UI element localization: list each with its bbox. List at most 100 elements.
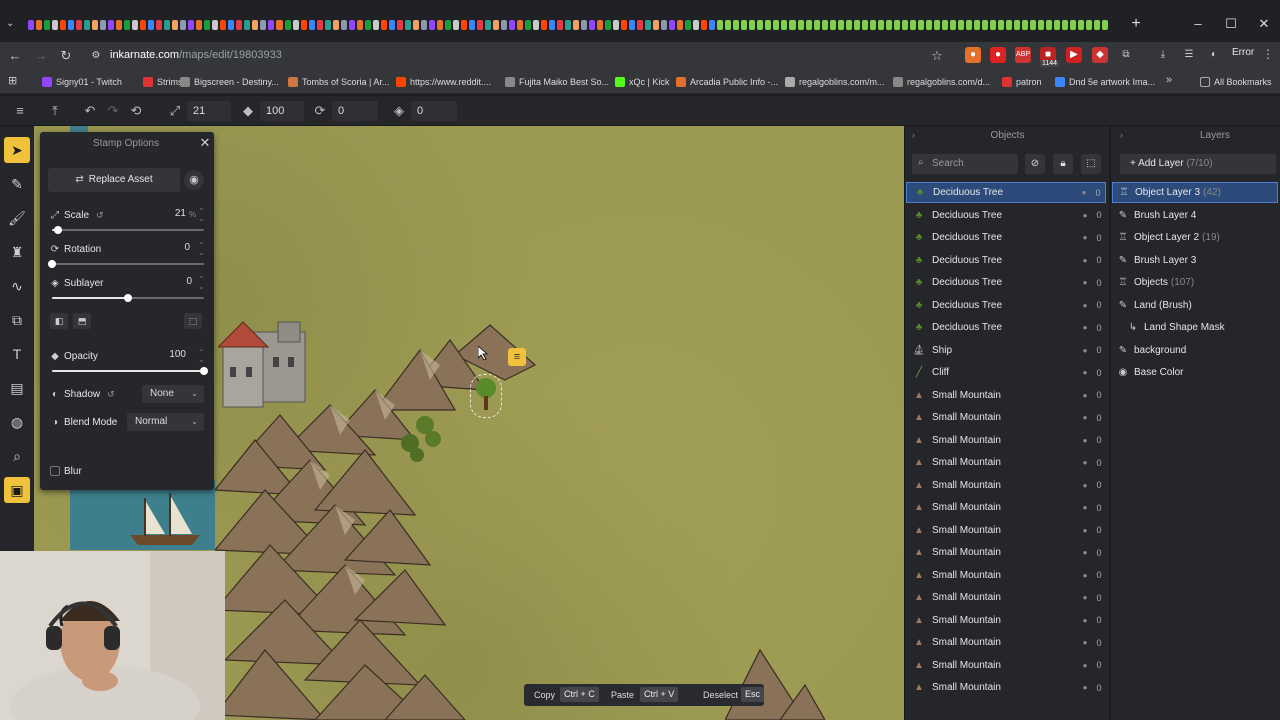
tab-favicon-icon[interactable] [941,20,948,30]
tab-favicon-icon[interactable] [1062,20,1069,30]
tab-favicon-icon[interactable] [749,20,756,30]
bookmark-item[interactable]: Tombs of Scoria | Ar... [288,75,389,89]
tab-favicon-icon[interactable] [813,20,820,30]
object-list-item[interactable]: ▲ Small Mountain ● 0 [906,677,1106,698]
tab-favicon-icon[interactable] [132,20,139,30]
hamburger-menu-icon[interactable]: ≡ [10,101,30,121]
layer-list-item[interactable]: ◉ Base Color [1112,362,1278,383]
layer-list-item[interactable]: ♖ Objects (107) [1112,272,1278,293]
tab-favicon-icon[interactable] [973,20,980,30]
tab-favicon-icon[interactable] [1013,20,1020,30]
object-list-item[interactable]: ♣ Deciduous Tree ● 0 [906,272,1106,293]
visibility-icon[interactable]: ● [1078,548,1092,557]
reload-icon[interactable]: ↻ [57,47,75,65]
tab-favicon-icon[interactable] [484,20,491,30]
tab-favicon-icon[interactable] [693,20,700,30]
visibility-icon[interactable]: ● [1078,413,1092,422]
flip-vertical-icon[interactable]: ⬒ [73,313,91,329]
bookmark-item[interactable]: Fujita Maiko Best So... [505,75,609,89]
tab-favicon-icon[interactable] [204,20,211,30]
layer-list-item[interactable]: ♖ Object Layer 2 (19) [1112,227,1278,248]
scale-stepper[interactable]: ⌃ ⌄ [198,208,205,223]
visibility-icon[interactable]: ● [1078,301,1092,310]
blur-checkbox[interactable] [50,466,60,476]
object-list-item[interactable]: ▲ Small Mountain ● 0 [906,655,1106,676]
tab-favicon-icon[interactable] [773,20,780,30]
site-info-icon[interactable]: ⚙ [87,47,105,65]
object-list-item[interactable]: ♣ Deciduous Tree ● 0 [906,317,1106,338]
opacity-slider-knob[interactable] [200,367,208,375]
tab-favicon-icon[interactable] [452,20,459,30]
all-bookmarks[interactable]: All Bookmarks [1200,75,1272,89]
tab-favicon-icon[interactable] [436,20,443,30]
select-tool-icon[interactable]: ➤ [4,137,30,163]
object-list-item[interactable]: ▲ Small Mountain ● 0 [906,475,1106,496]
tab-favicon-icon[interactable] [276,20,283,30]
copy-hint[interactable]: Copy [534,688,555,702]
opacity-slider-track[interactable] [52,370,204,372]
rotation-slider-knob[interactable] [48,260,56,268]
rotation-stepper[interactable]: ⌃ ⌄ [198,242,205,257]
layer-list-item[interactable]: ✎ Brush Layer 3 [1112,250,1278,271]
tab-favicon-icon[interactable] [557,20,564,30]
tab-favicon-icon[interactable] [1005,20,1012,30]
object-list-item[interactable]: ♣ Deciduous Tree ● 0 [906,205,1106,226]
tab-favicon-icon[interactable] [220,20,227,30]
sublayer-slider-knob[interactable] [124,294,132,302]
visibility-icon[interactable]: ● [1078,233,1092,242]
tab-favicon-icon[interactable] [957,20,964,30]
tab-favicon-icon[interactable] [1029,20,1036,30]
tab-favicon-icon[interactable] [797,20,804,30]
tab-favicon-icon[interactable] [661,20,668,30]
tab-favicon-icon[interactable] [284,20,291,30]
tab-favicon-icon[interactable] [364,20,371,30]
tab-favicon-icon[interactable] [124,20,131,30]
tab-favicon-icon[interactable] [444,20,451,30]
object-list-item[interactable]: ▲ Small Mountain ● 0 [906,587,1106,608]
tab-favicon-icon[interactable] [492,20,499,30]
scale-slider-track[interactable] [52,229,204,231]
tree-cluster[interactable] [395,405,450,465]
tab-favicon-icon[interactable] [781,20,788,30]
tab-favicon-icon[interactable] [981,20,988,30]
text-tool-icon[interactable]: T [4,341,30,367]
globe-tool-icon[interactable]: ◍ [4,409,30,435]
object-list-item[interactable]: ▲ Small Mountain ● 0 [906,385,1106,406]
tab-favicon-icon[interactable] [84,20,91,30]
visibility-icon[interactable]: ● [1078,458,1092,467]
tab-favicon-icon[interactable] [428,20,435,30]
tab-favicon-icon[interactable] [949,20,956,30]
tab-favicon-icon[interactable] [324,20,331,30]
selection-menu-handle-icon[interactable]: ≡ [508,348,526,366]
tab-favicon-icon[interactable] [1045,20,1052,30]
tab-favicon-icon[interactable] [845,20,852,30]
forward-arrow-icon[interactable]: → [32,47,50,65]
extension-icon[interactable]: ● [990,47,1006,63]
layer-list-item[interactable]: ✎ Brush Layer 4 [1112,205,1278,226]
copy-tool-icon[interactable]: ⧉ [4,307,30,333]
bookmark-item[interactable]: xQc | Kick [615,75,669,89]
object-list-item[interactable]: ▲ Small Mountain ● 0 [906,610,1106,631]
tab-favicon-icon[interactable] [1037,20,1044,30]
bookmark-item[interactable]: Dnd 5e artwork Ima... [1055,75,1155,89]
error-button[interactable]: Error [1232,47,1254,58]
object-list-item[interactable]: ♣ Deciduous Tree ● 0 [906,250,1106,271]
opacity-value[interactable]: 100 [156,349,186,363]
object-list-item[interactable]: ▲ Small Mountain ● 0 [906,430,1106,451]
tab-favicon-icon[interactable] [621,20,628,30]
tab-favicon-icon[interactable] [1094,20,1101,30]
layer-list-item[interactable]: ✎ background [1112,340,1278,361]
tab-favicon-icon[interactable] [733,20,740,30]
tab-favicon-icon[interactable] [613,20,620,30]
bookmark-item[interactable]: Arcadia Public Info -... [676,75,778,89]
visibility-icon[interactable]: ● [1077,188,1091,197]
document-tool-icon[interactable]: ▤ [4,375,30,401]
tab-favicon-icon[interactable] [468,20,475,30]
pinned-tab-favicons[interactable] [28,18,1108,32]
tab-favicon-icon[interactable] [60,20,67,30]
bookmark-item[interactable]: regalgoblins.com/m... [785,75,885,89]
close-icon[interactable]: ✕ [198,136,212,150]
object-list-item[interactable]: ♣ Deciduous Tree ● 0 [906,295,1106,316]
tab-favicon-icon[interactable] [861,20,868,30]
tab-favicon-icon[interactable] [500,20,507,30]
